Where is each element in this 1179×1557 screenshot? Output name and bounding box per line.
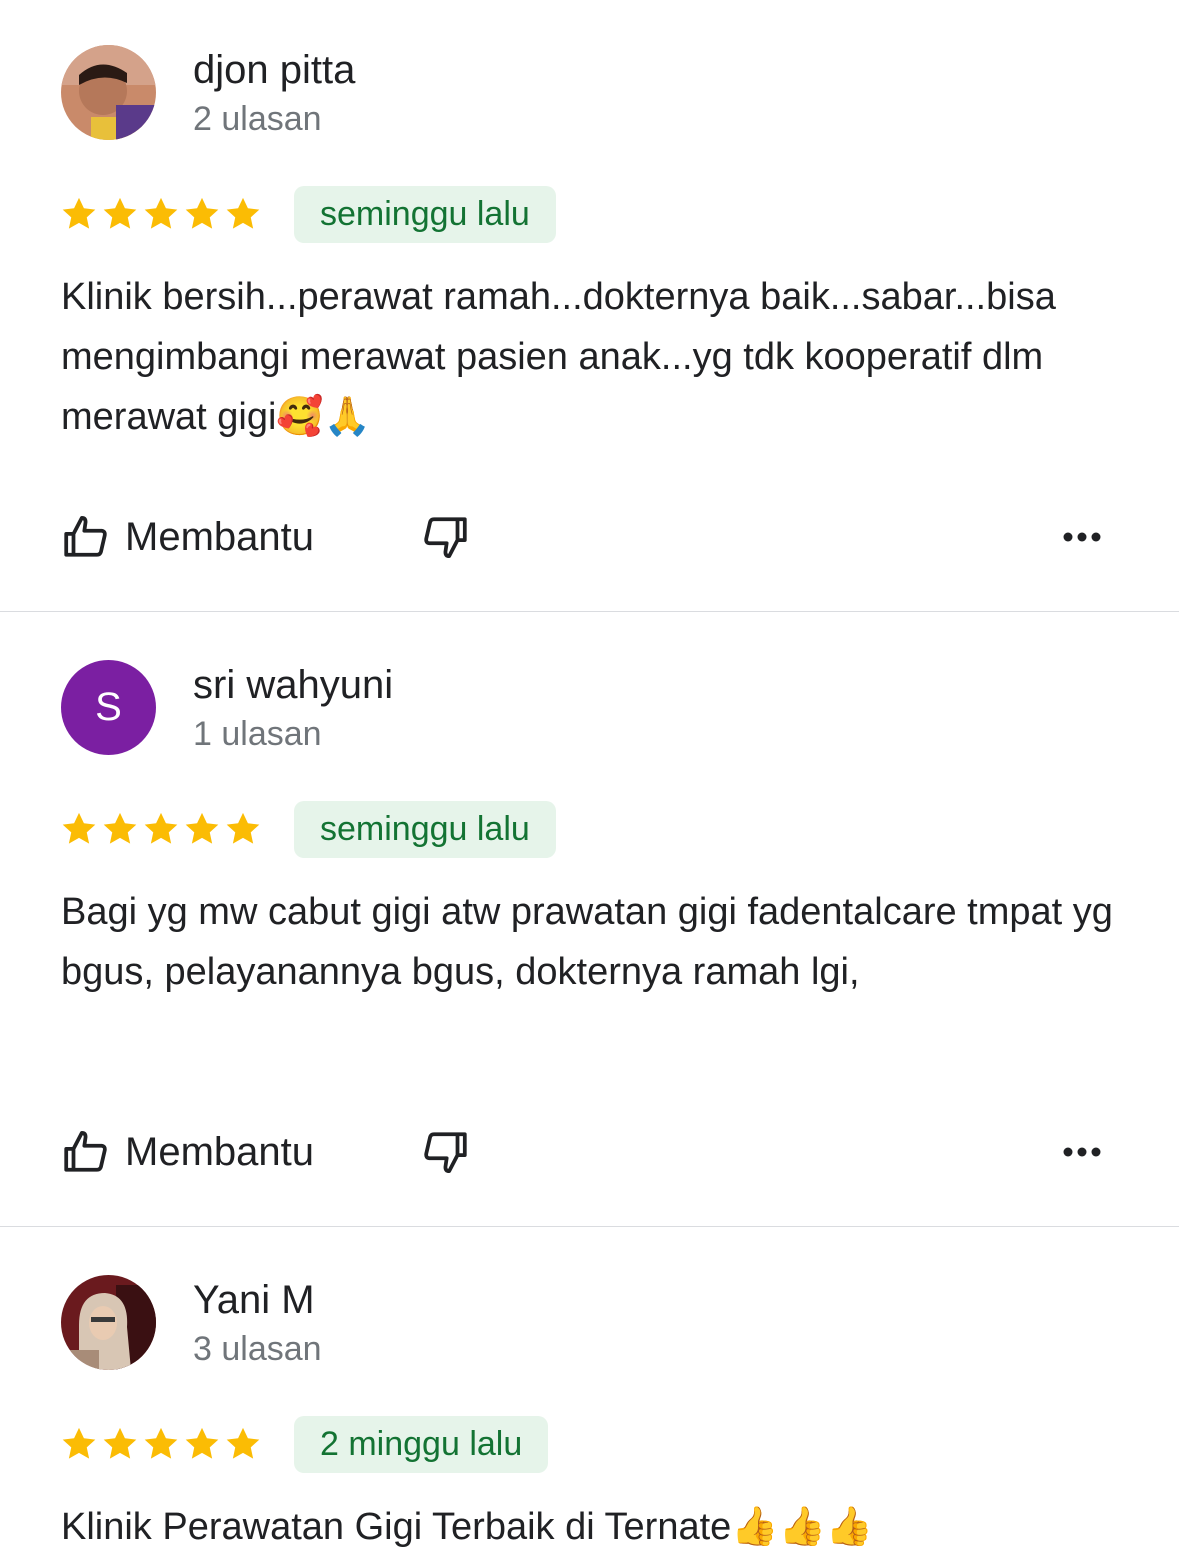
review-date-badge: 2 minggu lalu — [294, 1416, 549, 1473]
star-icon — [226, 197, 260, 229]
avatar-photo-icon — [61, 1275, 156, 1370]
review-date-badge: seminggu lalu — [294, 186, 556, 243]
more-horizontal-icon — [1063, 1147, 1101, 1157]
review-card: djon pitta 2 ulasan seminggu lalu Klinik… — [0, 0, 1179, 611]
review-date-badge: seminggu lalu — [294, 801, 556, 858]
reviewer-avatar[interactable] — [61, 1275, 156, 1370]
helpful-button[interactable]: Membantu — [61, 507, 314, 567]
star-icon — [62, 812, 96, 844]
star-rating — [60, 1425, 262, 1463]
reviewer-review-count: 3 ulasan — [193, 1330, 322, 1368]
helpful-button[interactable]: Membantu — [61, 1122, 314, 1182]
star-icon — [144, 1427, 178, 1459]
star-icon — [62, 1427, 96, 1459]
star-icon — [226, 1427, 260, 1459]
star-icon — [103, 1427, 137, 1459]
review-text: Klinik Perawatan Gigi Terbaik di Ternate… — [61, 1506, 874, 1548]
more-horizontal-icon — [1063, 532, 1101, 542]
review-text: Klinik bersih...perawat ramah...dokterny… — [61, 276, 1056, 438]
star-rating — [60, 810, 262, 848]
review-card: S sri wahyuni 1 ulasan seminggu lalu Bag… — [0, 612, 1179, 1226]
reviewer-name[interactable]: djon pitta — [193, 46, 355, 94]
reviewer-name[interactable]: sri wahyuni — [193, 661, 393, 709]
star-icon — [185, 812, 219, 844]
not-helpful-button[interactable] — [420, 512, 470, 562]
review-actions: Membantu — [0, 1122, 1179, 1182]
star-icon — [103, 197, 137, 229]
star-icon — [185, 197, 219, 229]
star-icon — [185, 1427, 219, 1459]
star-icon — [144, 812, 178, 844]
thumbs-up-icon — [64, 1130, 107, 1172]
reviewer-review-count: 1 ulasan — [193, 715, 322, 753]
avatar-photo-icon — [61, 45, 156, 140]
helpful-label: Membantu — [125, 1130, 314, 1174]
star-rating — [60, 195, 262, 233]
review-card: Yani M 3 ulasan 2 minggu lalu Klinik Per… — [0, 1227, 1179, 1551]
reviewer-review-count: 2 ulasan — [193, 100, 322, 138]
review-text: Bagi yg mw cabut gigi atw prawatan gigi … — [61, 891, 1113, 993]
reviewer-name[interactable]: Yani M — [193, 1276, 315, 1324]
reviewer-avatar[interactable]: S — [61, 660, 156, 755]
star-icon — [226, 812, 260, 844]
thumbs-down-icon — [424, 517, 467, 559]
helpful-label: Membantu — [125, 515, 314, 559]
not-helpful-button[interactable] — [420, 1127, 470, 1177]
reviewer-avatar[interactable] — [61, 45, 156, 140]
star-icon — [144, 197, 178, 229]
thumbs-down-icon — [424, 1132, 467, 1174]
more-options-button[interactable] — [1060, 1132, 1104, 1172]
thumbs-up-icon — [64, 515, 107, 557]
more-options-button[interactable] — [1060, 517, 1104, 557]
review-actions: Membantu — [0, 507, 1179, 567]
star-icon — [103, 812, 137, 844]
star-icon — [62, 197, 96, 229]
